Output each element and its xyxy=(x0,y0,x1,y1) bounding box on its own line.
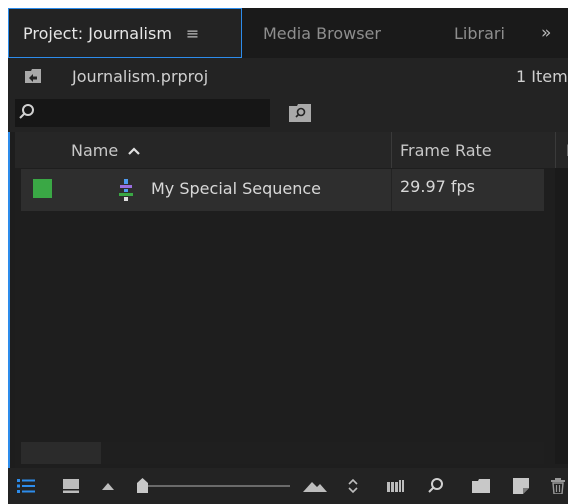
zoom-slider-thumb[interactable] xyxy=(135,478,150,493)
label-color-swatch[interactable] xyxy=(33,179,52,198)
zoom-small-mountain-icon xyxy=(102,483,114,490)
find-in-bin-icon[interactable] xyxy=(289,104,311,122)
zoom-in-button[interactable] xyxy=(300,468,330,504)
automate-to-sequence-icon xyxy=(387,480,404,492)
panel-menu-icon[interactable]: ≡ xyxy=(186,24,199,43)
table-header: Name Frame Rate M xyxy=(15,132,568,168)
item-frame-rate: 29.97 fps xyxy=(400,177,476,196)
project-folder-up-icon[interactable] xyxy=(25,69,41,83)
tab-overflow-button[interactable]: » xyxy=(541,8,568,58)
horizontal-scrollbar-thumb[interactable] xyxy=(101,442,544,464)
find-icon xyxy=(428,478,443,493)
tab-project-label: Project: Journalism xyxy=(23,23,172,43)
overflow-chevron-icon: » xyxy=(541,23,552,43)
clear-button[interactable] xyxy=(548,468,568,504)
tab-project[interactable]: Project: Journalism ≡ xyxy=(8,8,242,58)
column-header-frame-rate[interactable]: Frame Rate xyxy=(400,141,492,160)
search-input[interactable] xyxy=(15,99,270,127)
column-divider[interactable] xyxy=(555,132,556,168)
zoom-slider[interactable] xyxy=(142,485,290,487)
trash-icon xyxy=(551,478,565,494)
automate-to-sequence-button[interactable] xyxy=(385,468,407,504)
bottom-toolbar xyxy=(8,468,568,504)
column-header-name-label: Name xyxy=(71,141,119,160)
project-file-name: Journalism.prproj xyxy=(72,67,209,86)
new-bin-button[interactable] xyxy=(470,468,492,504)
sort-icons-button[interactable] xyxy=(344,468,362,504)
column-header-name[interactable]: Name xyxy=(71,141,140,160)
horizontal-scrollbar[interactable] xyxy=(21,442,544,464)
new-bin-icon xyxy=(472,479,490,493)
item-name: My Special Sequence xyxy=(151,179,322,198)
sort-ascending-icon xyxy=(128,146,140,155)
sort-updown-icon xyxy=(348,478,358,494)
item-count: 1 Item xyxy=(516,67,568,86)
cell-divider xyxy=(391,169,392,211)
tab-media-browser[interactable]: Media Browser xyxy=(263,8,381,58)
list-view-icon xyxy=(17,479,35,493)
tab-media-browser-label: Media Browser xyxy=(263,23,381,43)
table-row[interactable]: My Special Sequence 29.97 fps xyxy=(21,169,544,211)
project-items-table: Name Frame Rate M My Sp xyxy=(15,132,568,468)
tab-libraries[interactable]: Librari xyxy=(454,8,514,58)
project-panel: Project: Journalism ≡ Media Browser Libr… xyxy=(8,8,568,504)
new-item-icon xyxy=(513,478,529,494)
list-view-button[interactable] xyxy=(14,468,38,504)
find-button[interactable] xyxy=(425,468,447,504)
tab-bar: Project: Journalism ≡ Media Browser Libr… xyxy=(8,8,568,58)
vertical-scrollbar[interactable] xyxy=(555,168,568,464)
sequence-icon xyxy=(119,179,133,201)
zoom-out-button[interactable] xyxy=(100,468,116,504)
project-file-row: Journalism.prproj 1 Item xyxy=(8,58,568,96)
column-header-frame-rate-label: Frame Rate xyxy=(400,141,492,160)
column-divider[interactable] xyxy=(391,132,392,168)
new-item-button[interactable] xyxy=(511,468,531,504)
search-row xyxy=(8,96,568,132)
tab-libraries-label: Librari xyxy=(454,23,505,43)
zoom-large-mountain-icon xyxy=(303,482,327,492)
icon-view-button[interactable] xyxy=(60,468,82,504)
icon-view-icon xyxy=(63,479,79,493)
